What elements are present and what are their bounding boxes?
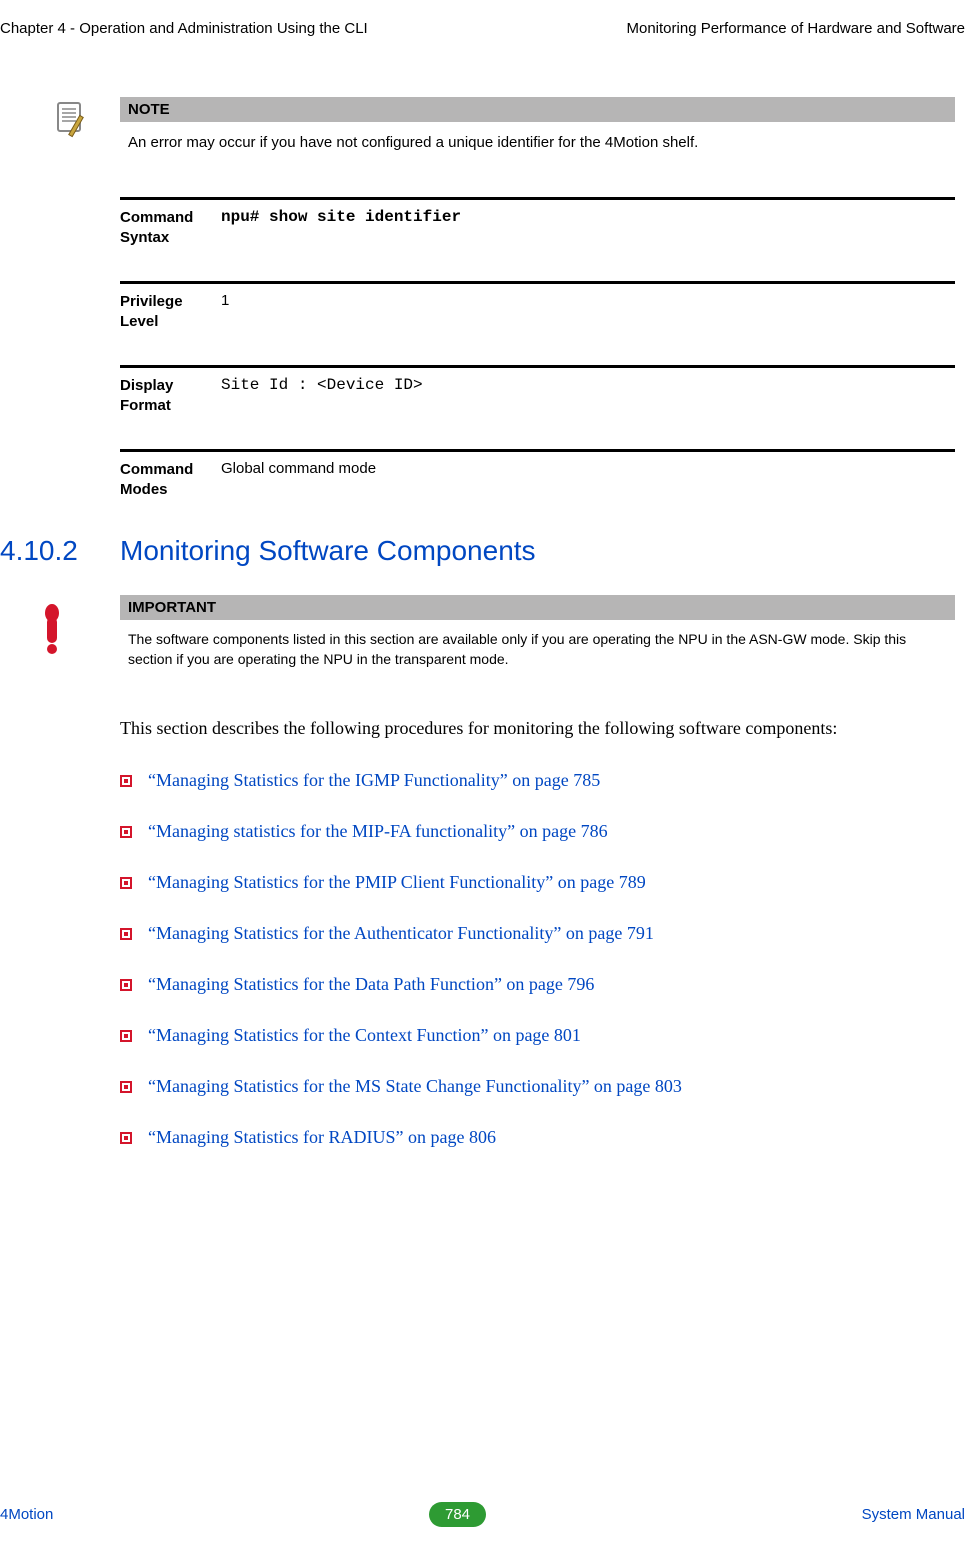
bullet-icon	[120, 826, 132, 838]
bullet-icon	[120, 928, 132, 940]
list-item[interactable]: “Managing Statistics for the PMIP Client…	[120, 872, 955, 893]
header-right: Monitoring Performance of Hardware and S…	[627, 20, 965, 37]
privilege-level-value: 1	[215, 290, 955, 331]
link-text: “Managing Statistics for the Authenticat…	[148, 923, 654, 943]
bullet-icon	[120, 1030, 132, 1042]
command-syntax-row: Command Syntax npu# show site identifier	[120, 197, 955, 271]
bullet-icon	[120, 877, 132, 889]
link-text: “Managing Statistics for the IGMP Functi…	[148, 770, 600, 790]
list-item[interactable]: “Managing Statistics for RADIUS” on page…	[120, 1127, 955, 1148]
section-number: 4.10.2	[0, 535, 120, 567]
privilege-level-label: Privilege Level	[120, 290, 215, 331]
display-format-row: Display Format Site Id : <Device ID>	[120, 365, 955, 439]
important-icon	[40, 603, 64, 655]
note-block: NOTE An error may occur if you have not …	[120, 97, 955, 157]
list-item[interactable]: “Managing Statistics for the Authenticat…	[120, 923, 955, 944]
note-icon	[52, 99, 92, 139]
section-title: Monitoring Software Components	[120, 535, 536, 567]
command-syntax-label: Command Syntax	[120, 206, 215, 247]
privilege-level-row: Privilege Level 1	[120, 281, 955, 355]
page-footer: 4Motion 784 System Manual	[0, 1502, 965, 1527]
link-text: “Managing Statistics for the Context Fun…	[148, 1025, 581, 1045]
link-text: “Managing Statistics for the Data Path F…	[148, 974, 594, 994]
link-text: “Managing Statistics for RADIUS” on page…	[148, 1127, 496, 1147]
list-item[interactable]: “Managing statistics for the MIP-FA func…	[120, 821, 955, 842]
link-text: “Managing Statistics for the PMIP Client…	[148, 872, 646, 892]
important-block: IMPORTANT The software components listed…	[120, 595, 955, 673]
list-item[interactable]: “Managing Statistics for the IGMP Functi…	[120, 770, 955, 791]
link-text: “Managing statistics for the MIP-FA func…	[148, 821, 608, 841]
footer-left: 4Motion	[0, 1506, 53, 1523]
important-text: The software components listed in this s…	[120, 620, 955, 673]
page-header: Chapter 4 - Operation and Administration…	[0, 20, 965, 97]
command-modes-row: Command Modes Global command mode	[120, 449, 955, 523]
list-item[interactable]: “Managing Statistics for the MS State Ch…	[120, 1076, 955, 1097]
command-syntax-value: npu# show site identifier	[215, 206, 955, 247]
bullet-icon	[120, 775, 132, 787]
note-title: NOTE	[120, 97, 955, 122]
footer-right: System Manual	[862, 1506, 965, 1523]
display-format-value: Site Id : <Device ID>	[215, 374, 955, 415]
bullet-icon	[120, 979, 132, 991]
command-modes-label: Command Modes	[120, 458, 215, 499]
link-list: “Managing Statistics for the IGMP Functi…	[120, 770, 955, 1148]
intro-paragraph: This section describes the following pro…	[120, 713, 955, 744]
bullet-icon	[120, 1081, 132, 1093]
page-content: NOTE An error may occur if you have not …	[0, 97, 965, 1148]
link-text: “Managing Statistics for the MS State Ch…	[148, 1076, 682, 1096]
list-item[interactable]: “Managing Statistics for the Context Fun…	[120, 1025, 955, 1046]
note-text: An error may occur if you have not confi…	[120, 122, 955, 157]
page-number: 784	[429, 1502, 486, 1527]
bullet-icon	[120, 1132, 132, 1144]
section-heading: 4.10.2 Monitoring Software Components	[0, 535, 955, 567]
list-item[interactable]: “Managing Statistics for the Data Path F…	[120, 974, 955, 995]
command-modes-value: Global command mode	[215, 458, 955, 499]
display-format-label: Display Format	[120, 374, 215, 415]
important-title: IMPORTANT	[120, 595, 955, 620]
header-left: Chapter 4 - Operation and Administration…	[0, 20, 368, 37]
